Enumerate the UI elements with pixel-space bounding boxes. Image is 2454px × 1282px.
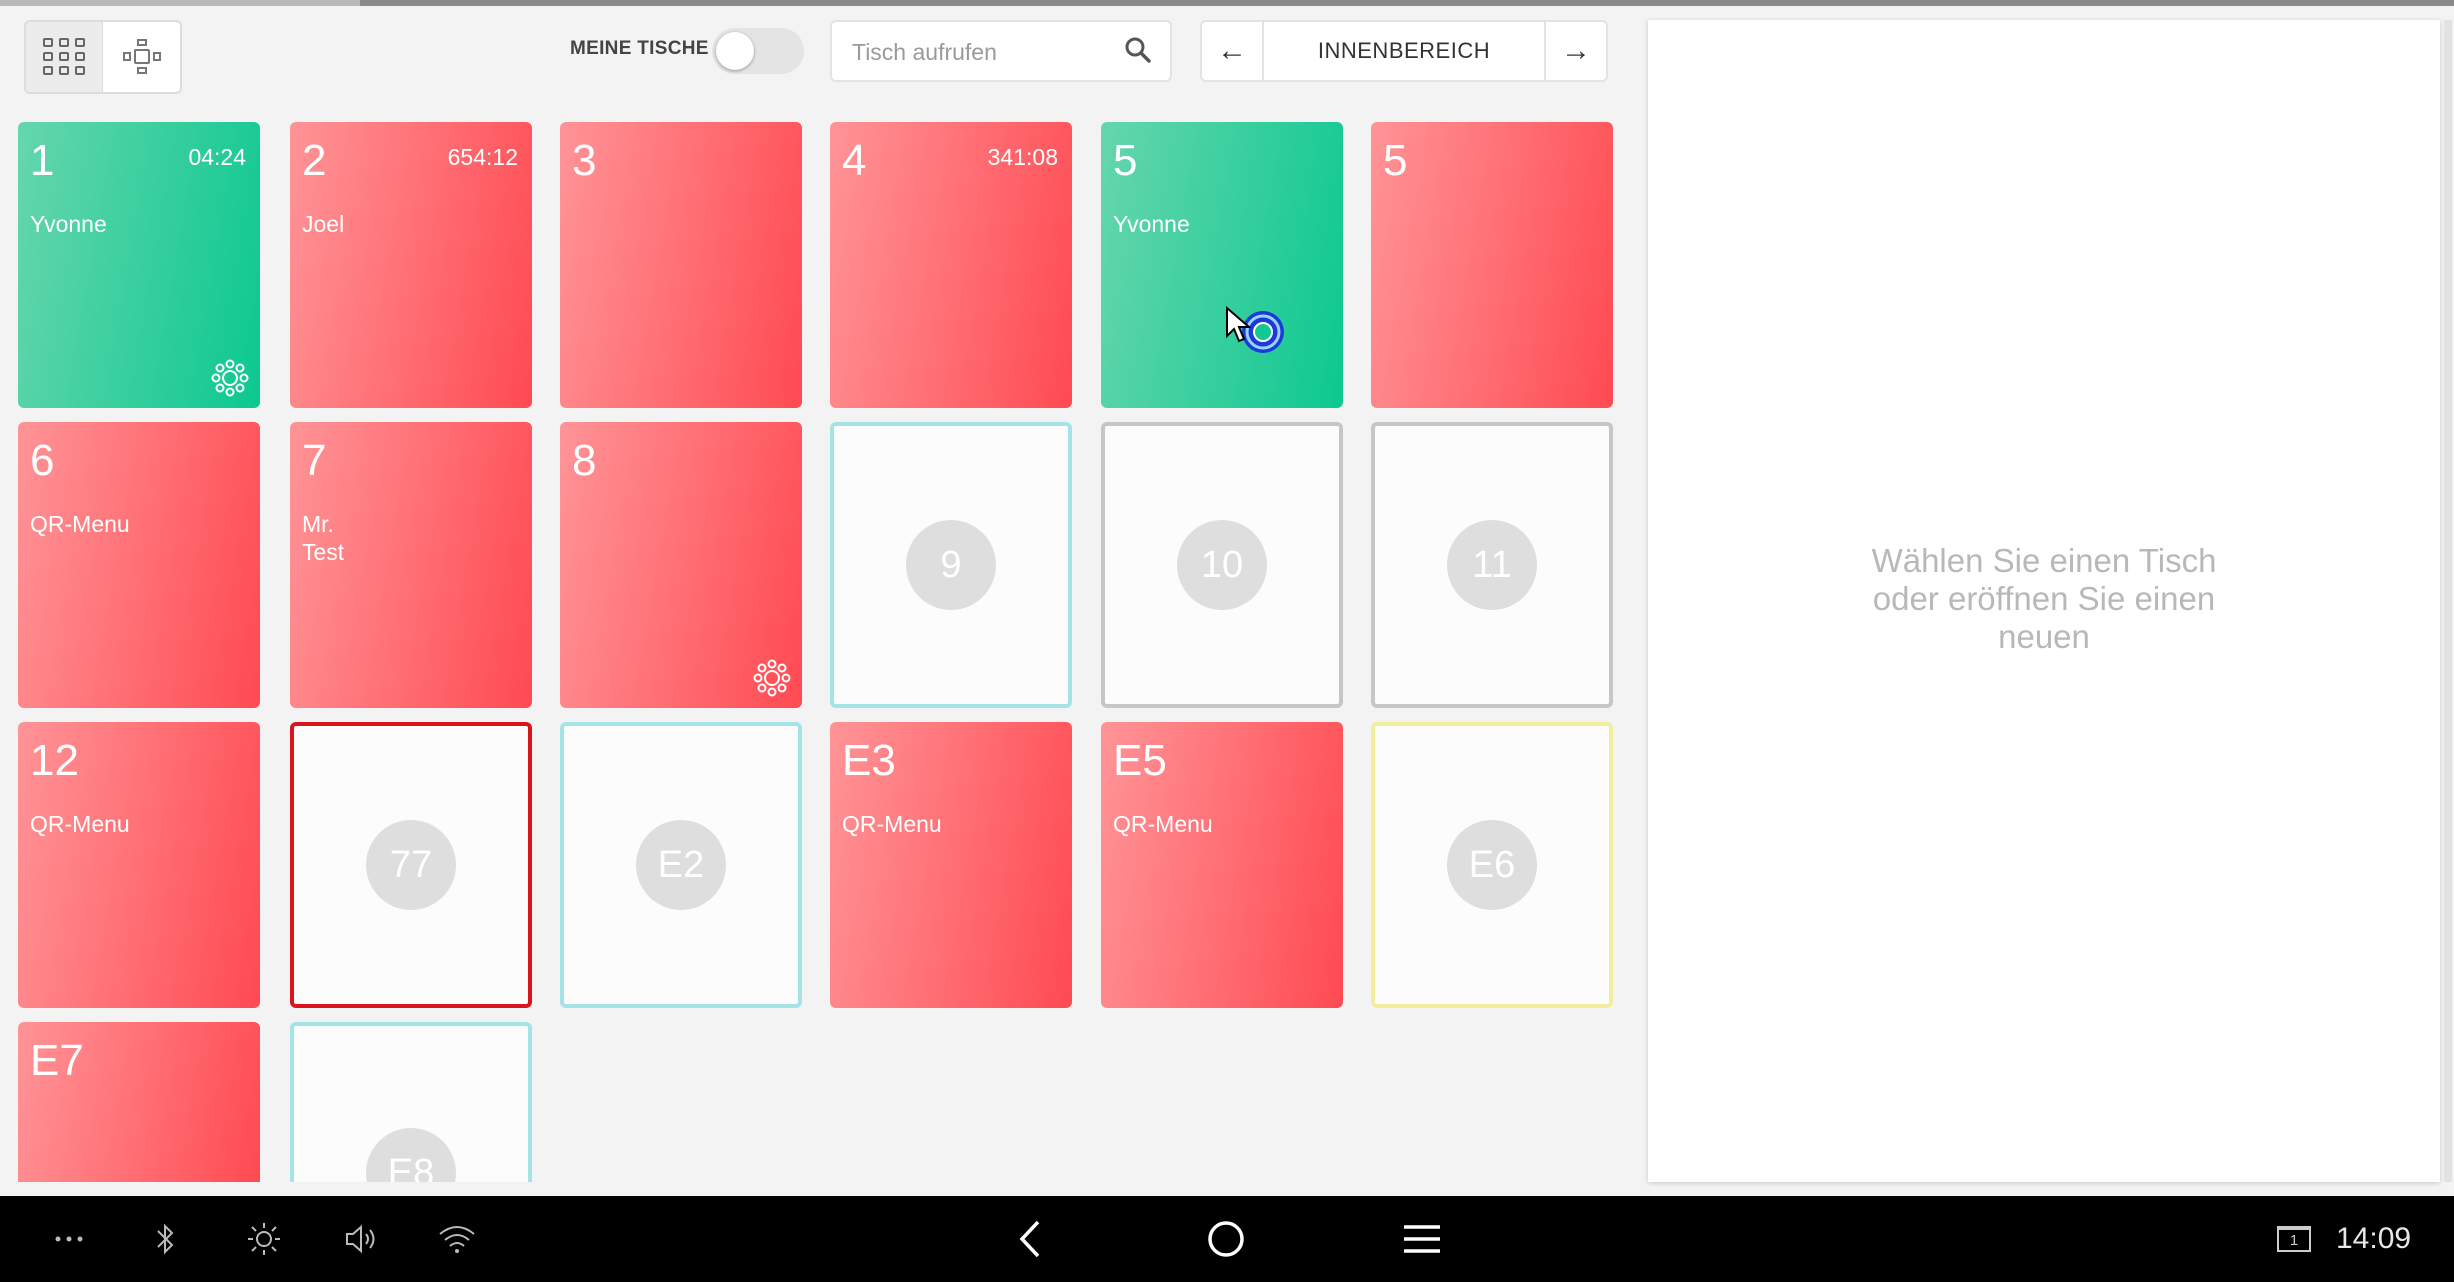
table-number: E3 xyxy=(842,736,896,785)
settings-flower-icon xyxy=(211,359,249,397)
home-button[interactable] xyxy=(1204,1196,1248,1282)
status-strip xyxy=(0,0,2454,6)
table-tile[interactable]: 12 QR-Menu xyxy=(18,722,260,1008)
table-number-badge: 9 xyxy=(906,520,996,610)
settings-flower-icon xyxy=(753,659,791,697)
table-number: 7 xyxy=(302,436,327,485)
table-tile[interactable]: 3 xyxy=(560,122,802,408)
table-number: 5 xyxy=(1383,136,1408,185)
table-number-badge: E2 xyxy=(636,820,726,910)
table-number: 3 xyxy=(572,136,597,185)
brightness-button[interactable] xyxy=(244,1196,284,1282)
table-tile[interactable]: 7 Mr. Test xyxy=(290,422,532,708)
table-tile[interactable]: E3 QR-Menu xyxy=(830,722,1072,1008)
grid-icon xyxy=(43,38,85,75)
table-guest: QR-Menu xyxy=(30,811,130,837)
table-tile[interactable]: 1 04:24 Yvonne xyxy=(18,122,260,408)
table-number: 8 xyxy=(572,436,597,485)
toggle-knob xyxy=(716,32,754,70)
system-navigation-bar: 1 14:09 xyxy=(0,1196,2454,1282)
table-guest: Yvonne xyxy=(1113,211,1190,237)
empty-panel-hint-text: Wählen Sie einen Tisch oder eröffnen Sie… xyxy=(1871,542,2217,655)
table-guest: Yvonne xyxy=(30,211,107,237)
table-tile[interactable]: 77 xyxy=(290,722,532,1008)
more-button[interactable] xyxy=(46,1196,92,1282)
my-tables-toggle[interactable] xyxy=(712,28,804,74)
table-number-badge: E8 xyxy=(366,1128,456,1182)
table-number: 6 xyxy=(30,436,55,485)
table-guest: QR-Menu xyxy=(842,811,942,837)
table-number-badge: E6 xyxy=(1447,820,1537,910)
wifi-button[interactable] xyxy=(436,1196,478,1282)
hamburger-menu-icon xyxy=(1404,1225,1440,1253)
next-area-button[interactable]: → xyxy=(1544,22,1606,80)
bluetooth-button[interactable] xyxy=(148,1196,184,1282)
table-guest: Joel xyxy=(302,211,345,237)
table-tile[interactable]: 5 Yvonne xyxy=(1101,122,1343,408)
table-time: 654:12 xyxy=(447,144,518,170)
table-tile[interactable]: E5 QR-Menu xyxy=(1101,722,1343,1008)
table-tile[interactable]: 2 654:12 Joel xyxy=(290,122,532,408)
table-tile[interactable]: 10 xyxy=(1101,422,1343,708)
brightness-icon xyxy=(248,1223,280,1255)
back-chevron-icon xyxy=(1019,1220,1040,1258)
more-dots-icon xyxy=(55,1236,83,1242)
view-toggle xyxy=(24,20,182,94)
table-search xyxy=(830,20,1172,82)
search-icon[interactable] xyxy=(1124,36,1152,64)
table-number: 12 xyxy=(30,736,79,785)
table-tile[interactable]: 6 QR-Menu xyxy=(18,422,260,708)
table-number: E7 xyxy=(30,1036,84,1085)
area-label: INNENBEREICH xyxy=(1317,38,1491,63)
table-number-badge: 77 xyxy=(366,820,456,910)
table-guest: Mr. Test xyxy=(302,511,345,565)
table-tile[interactable]: E2 xyxy=(560,722,802,1008)
home-circle-icon xyxy=(1208,1221,1244,1257)
my-tables-label: MEINE TISCHE xyxy=(570,38,709,59)
floorplan-view-button[interactable] xyxy=(103,22,180,92)
table-number-badge: 10 xyxy=(1177,520,1267,610)
volume-icon xyxy=(346,1224,375,1254)
table-tile[interactable]: 9 xyxy=(830,422,1072,708)
arrow-right-icon: → xyxy=(1561,34,1591,67)
bluetooth-icon xyxy=(157,1223,174,1255)
empty-panel-hint: Wählen Sie einen Tisch oder eröffnen Sie… xyxy=(1648,542,2440,656)
table-tile[interactable]: E8 xyxy=(290,1022,532,1182)
floorplan-icon xyxy=(122,39,161,74)
table-tile[interactable]: 8 xyxy=(560,422,802,708)
table-tile[interactable]: 11 xyxy=(1371,422,1613,708)
back-button[interactable] xyxy=(1010,1196,1050,1282)
table-tile[interactable]: E7 xyxy=(18,1022,260,1182)
order-panel: Wählen Sie einen Tisch oder eröffnen Sie… xyxy=(1648,20,2440,1182)
mouse-cursor-icon xyxy=(1226,305,1284,353)
wifi-icon xyxy=(439,1226,475,1253)
table-number: 1 xyxy=(30,136,55,185)
table-tile[interactable]: E6 xyxy=(1371,722,1613,1008)
screen-switch-button[interactable]: 1 xyxy=(2274,1196,2314,1282)
table-search-input[interactable] xyxy=(850,34,1114,70)
screen-number-icon: 1 xyxy=(2277,1226,2311,1252)
table-number: E5 xyxy=(1113,736,1167,785)
table-guest: QR-Menu xyxy=(30,511,130,537)
table-tile[interactable]: 5 xyxy=(1371,122,1613,408)
panel-scrollbar[interactable] xyxy=(2444,20,2452,1182)
table-guest: QR-Menu xyxy=(1113,811,1213,837)
table-time: 04:24 xyxy=(188,144,246,170)
table-time: 341:08 xyxy=(987,144,1058,170)
arrow-left-icon: ← xyxy=(1217,34,1247,67)
previous-area-button[interactable]: ← xyxy=(1202,22,1264,80)
table-number: 2 xyxy=(302,136,327,185)
volume-button[interactable] xyxy=(342,1196,382,1282)
table-number: 4 xyxy=(842,136,867,185)
table-tile[interactable]: 4 341:08 xyxy=(830,122,1072,408)
system-clock: 14:09 xyxy=(2336,1222,2412,1255)
table-number: 5 xyxy=(1113,136,1138,185)
grid-view-button[interactable] xyxy=(26,22,103,92)
table-number-badge: 11 xyxy=(1447,520,1537,610)
menu-button[interactable] xyxy=(1400,1196,1444,1282)
screen-number: 1 xyxy=(2289,1231,2299,1249)
area-navigator: ← INNENBEREICH → xyxy=(1200,20,1608,82)
